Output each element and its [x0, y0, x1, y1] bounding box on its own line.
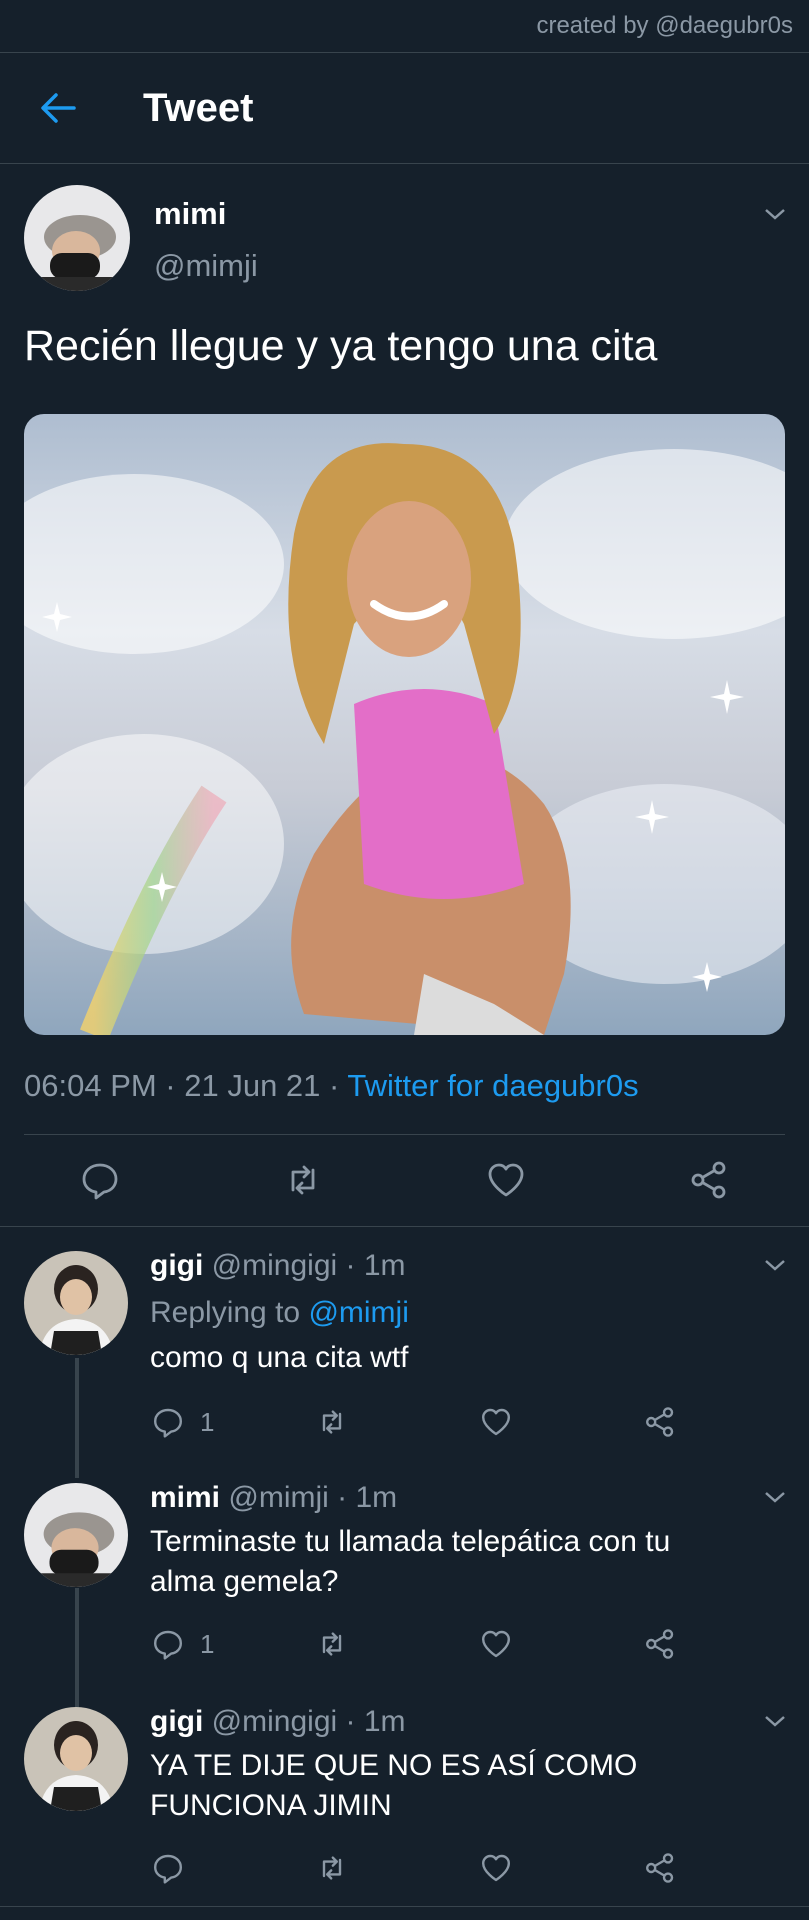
- reply-icon[interactable]: [80, 1160, 120, 1200]
- tweet-timestamp: 06:04 PM · 21 Jun 21 ·: [24, 1068, 340, 1103]
- chevron-down-icon[interactable]: [763, 1257, 787, 1273]
- reply-author[interactable]: mimi @mimji · 1m: [150, 1481, 397, 1515]
- author-name[interactable]: mimi: [154, 196, 226, 232]
- reply-count: 1: [200, 1407, 215, 1437]
- top-divider: [0, 52, 809, 53]
- reply-author-name[interactable]: gigi: [150, 1705, 203, 1738]
- meta-divider: [24, 1134, 785, 1135]
- reply-author[interactable]: gigi @mingigi · 1m: [150, 1705, 406, 1739]
- share-icon[interactable]: [644, 1852, 676, 1884]
- reply-icon[interactable]: [152, 1406, 184, 1438]
- tweet-text: Recién llegue y ya tengo una cita: [24, 322, 658, 370]
- reply-author-name[interactable]: mimi: [150, 1481, 220, 1514]
- replying-to: Replying to @mimji: [150, 1296, 409, 1330]
- reply-author-meta: @mingigi · 1m: [211, 1705, 406, 1738]
- avatar[interactable]: [24, 1251, 128, 1355]
- like-icon[interactable]: [486, 1160, 526, 1200]
- header-divider: [0, 163, 809, 164]
- reply-author-meta: @mingigi · 1m: [211, 1249, 406, 1282]
- reply-text: como q una cita wtf: [150, 1338, 408, 1378]
- replying-to-prefix: Replying to: [150, 1296, 301, 1329]
- avatar[interactable]: [24, 1483, 128, 1587]
- reply-author-name[interactable]: gigi: [150, 1249, 203, 1282]
- tweet-meta: 06:04 PM · 21 Jun 21 · Twitter for daegu…: [24, 1068, 639, 1104]
- tweet-source[interactable]: Twitter for daegubr0s: [347, 1068, 638, 1103]
- avatar[interactable]: [24, 185, 130, 291]
- like-icon[interactable]: [480, 1406, 512, 1438]
- watermark: created by @daegubr0s: [536, 12, 793, 39]
- thread-line: [75, 1588, 79, 1708]
- like-icon[interactable]: [480, 1852, 512, 1884]
- share-icon[interactable]: [644, 1406, 676, 1438]
- page-title: Tweet: [143, 86, 254, 130]
- reply-icon[interactable]: [152, 1628, 184, 1660]
- reply-text-line: FUNCIONA JIMIN: [150, 1789, 392, 1822]
- reply-icon[interactable]: [152, 1852, 184, 1884]
- arrow-left-icon[interactable]: [38, 88, 78, 128]
- reply-count: 1: [200, 1629, 215, 1659]
- retweet-icon[interactable]: [316, 1406, 348, 1438]
- reply-author-meta: @mimji · 1m: [228, 1481, 398, 1514]
- reply-text: Terminaste tu llamada telepática con tu …: [150, 1522, 670, 1602]
- actions-divider: [0, 1226, 809, 1227]
- reply-text-line: YA TE DIJE QUE NO ES ASÍ COMO: [150, 1749, 638, 1782]
- chevron-down-icon[interactable]: [763, 1713, 787, 1729]
- tweet-image[interactable]: [24, 414, 785, 1035]
- like-icon[interactable]: [480, 1628, 512, 1660]
- retweet-icon[interactable]: [283, 1160, 323, 1200]
- reply-text: YA TE DIJE QUE NO ES ASÍ COMO FUNCIONA J…: [150, 1746, 637, 1826]
- retweet-icon[interactable]: [316, 1628, 348, 1660]
- replying-to-mention[interactable]: @mimji: [308, 1296, 408, 1329]
- reply-author[interactable]: gigi @mingigi · 1m: [150, 1249, 406, 1283]
- author-handle[interactable]: @mimji: [154, 248, 258, 284]
- retweet-icon[interactable]: [316, 1852, 348, 1884]
- share-icon[interactable]: [644, 1628, 676, 1660]
- bottom-divider: [0, 1906, 809, 1907]
- reply-text-line: como q una cita wtf: [150, 1341, 409, 1374]
- reply-text-line: Terminaste tu llamada telepática con tu: [150, 1525, 671, 1558]
- chevron-down-icon[interactable]: [763, 1489, 787, 1505]
- reply-text-line: alma gemela?: [150, 1565, 339, 1598]
- thread-line: [75, 1358, 79, 1478]
- share-icon[interactable]: [689, 1160, 729, 1200]
- avatar[interactable]: [24, 1707, 128, 1811]
- chevron-down-icon[interactable]: [763, 206, 787, 222]
